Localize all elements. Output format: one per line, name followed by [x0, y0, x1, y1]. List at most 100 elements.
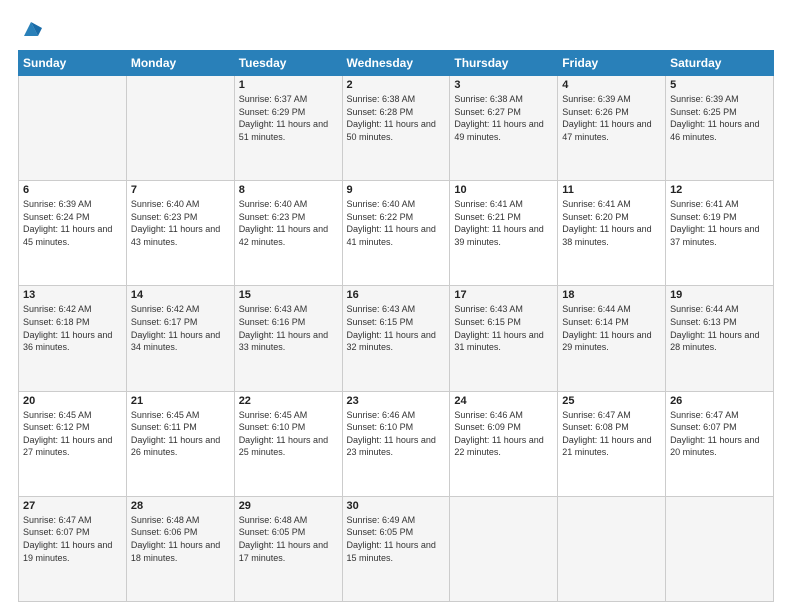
day-cell: 28 Sunrise: 6:48 AM Sunset: 6:06 PM Dayli…: [126, 496, 234, 601]
day-info: Sunrise: 6:46 AM Sunset: 6:09 PM Dayligh…: [454, 409, 553, 459]
day-cell: 23Sunrise: 6:46 AM Sunset: 6:10 PM Dayli…: [342, 391, 450, 496]
day-cell: 29Sunrise: 6:48 AM Sunset: 6:05 PM Dayli…: [234, 496, 342, 601]
day-info: Sunrise: 6:37 AM Sunset: 6:29 PM Dayligh…: [239, 93, 338, 143]
day-info: Sunrise: 6:40 AM Sunset: 6:23 PM Dayligh…: [239, 198, 338, 248]
header: [18, 18, 774, 40]
week-row-2: 6 Sunrise: 6:39 AM Sunset: 6:24 PM Daylig…: [19, 181, 774, 286]
week-row-5: 27 Sunrise: 6:47 AM Sunset: 6:07 PM Dayli…: [19, 496, 774, 601]
week-row-3: 13 Sunrise: 6:42 AM Sunset: 6:18 PM Dayli…: [19, 286, 774, 391]
col-header-friday: Friday: [558, 51, 666, 76]
day-number: 22: [239, 395, 338, 407]
day-number: 14: [131, 289, 230, 301]
day-number: 20: [23, 395, 122, 407]
day-cell: [558, 496, 666, 601]
day-cell: 5 Sunrise: 6:39 AM Sunset: 6:25 PM Daylig…: [666, 76, 774, 181]
calendar-table: SundayMondayTuesdayWednesdayThursdayFrid…: [18, 50, 774, 602]
day-info: Sunrise: 6:45 AM Sunset: 6:11 PM Dayligh…: [131, 409, 230, 459]
day-cell: 26 Sunrise: 6:47 AM Sunset: 6:07 PM Dayli…: [666, 391, 774, 496]
day-number: 10: [454, 184, 553, 196]
day-cell: 12 Sunrise: 6:41 AM Sunset: 6:19 PM Dayli…: [666, 181, 774, 286]
day-info: Sunrise: 6:47 AM Sunset: 6:07 PM Dayligh…: [670, 409, 769, 459]
day-number: 3: [454, 79, 553, 91]
day-cell: 17 Sunrise: 6:43 AM Sunset: 6:15 PM Dayli…: [450, 286, 558, 391]
day-number: 29: [239, 500, 338, 512]
day-cell: 14 Sunrise: 6:42 AM Sunset: 6:17 PM Dayli…: [126, 286, 234, 391]
day-number: 23: [347, 395, 446, 407]
day-number: 15: [239, 289, 338, 301]
day-number: 8: [239, 184, 338, 196]
day-cell: 7 Sunrise: 6:40 AM Sunset: 6:23 PM Daylig…: [126, 181, 234, 286]
day-cell: 1 Sunrise: 6:37 AM Sunset: 6:29 PM Daylig…: [234, 76, 342, 181]
day-info: Sunrise: 6:47 AM Sunset: 6:08 PM Dayligh…: [562, 409, 661, 459]
day-number: 21: [131, 395, 230, 407]
day-cell: 27 Sunrise: 6:47 AM Sunset: 6:07 PM Dayli…: [19, 496, 127, 601]
day-info: Sunrise: 6:39 AM Sunset: 6:26 PM Dayligh…: [562, 93, 661, 143]
week-row-4: 20 Sunrise: 6:45 AM Sunset: 6:12 PM Dayli…: [19, 391, 774, 496]
day-info: Sunrise: 6:41 AM Sunset: 6:20 PM Dayligh…: [562, 198, 661, 248]
day-number: 16: [347, 289, 446, 301]
day-number: 12: [670, 184, 769, 196]
day-cell: 6 Sunrise: 6:39 AM Sunset: 6:24 PM Daylig…: [19, 181, 127, 286]
day-cell: 20 Sunrise: 6:45 AM Sunset: 6:12 PM Dayli…: [19, 391, 127, 496]
day-cell: 25 Sunrise: 6:47 AM Sunset: 6:08 PM Dayli…: [558, 391, 666, 496]
day-cell: 4 Sunrise: 6:39 AM Sunset: 6:26 PM Daylig…: [558, 76, 666, 181]
day-info: Sunrise: 6:40 AM Sunset: 6:22 PM Dayligh…: [347, 198, 446, 248]
col-header-tuesday: Tuesday: [234, 51, 342, 76]
day-info: Sunrise: 6:39 AM Sunset: 6:24 PM Dayligh…: [23, 198, 122, 248]
day-number: 28: [131, 500, 230, 512]
day-cell: 8 Sunrise: 6:40 AM Sunset: 6:23 PM Daylig…: [234, 181, 342, 286]
col-header-saturday: Saturday: [666, 51, 774, 76]
day-info: Sunrise: 6:41 AM Sunset: 6:19 PM Dayligh…: [670, 198, 769, 248]
day-cell: 21 Sunrise: 6:45 AM Sunset: 6:11 PM Dayli…: [126, 391, 234, 496]
day-cell: 30Sunrise: 6:49 AM Sunset: 6:05 PM Dayli…: [342, 496, 450, 601]
day-info: Sunrise: 6:45 AM Sunset: 6:12 PM Dayligh…: [23, 409, 122, 459]
day-cell: [450, 496, 558, 601]
day-cell: 18Sunrise: 6:44 AM Sunset: 6:14 PM Dayli…: [558, 286, 666, 391]
day-number: 19: [670, 289, 769, 301]
day-info: Sunrise: 6:38 AM Sunset: 6:27 PM Dayligh…: [454, 93, 553, 143]
day-info: Sunrise: 6:42 AM Sunset: 6:17 PM Dayligh…: [131, 303, 230, 353]
day-info: Sunrise: 6:45 AM Sunset: 6:10 PM Dayligh…: [239, 409, 338, 459]
day-number: 11: [562, 184, 661, 196]
day-info: Sunrise: 6:44 AM Sunset: 6:13 PM Dayligh…: [670, 303, 769, 353]
day-cell: 15 Sunrise: 6:43 AM Sunset: 6:16 PM Dayli…: [234, 286, 342, 391]
day-number: 1: [239, 79, 338, 91]
page: SundayMondayTuesdayWednesdayThursdayFrid…: [0, 0, 792, 612]
day-info: Sunrise: 6:43 AM Sunset: 6:16 PM Dayligh…: [239, 303, 338, 353]
day-cell: 13 Sunrise: 6:42 AM Sunset: 6:18 PM Dayli…: [19, 286, 127, 391]
day-number: 17: [454, 289, 553, 301]
day-cell: 24 Sunrise: 6:46 AM Sunset: 6:09 PM Dayli…: [450, 391, 558, 496]
day-number: 27: [23, 500, 122, 512]
day-number: 24: [454, 395, 553, 407]
day-number: 2: [347, 79, 446, 91]
day-info: Sunrise: 6:39 AM Sunset: 6:25 PM Dayligh…: [670, 93, 769, 143]
day-info: Sunrise: 6:42 AM Sunset: 6:18 PM Dayligh…: [23, 303, 122, 353]
day-info: Sunrise: 6:48 AM Sunset: 6:06 PM Dayligh…: [131, 514, 230, 564]
day-cell: 3 Sunrise: 6:38 AM Sunset: 6:27 PM Daylig…: [450, 76, 558, 181]
day-number: 25: [562, 395, 661, 407]
col-header-sunday: Sunday: [19, 51, 127, 76]
day-number: 7: [131, 184, 230, 196]
day-cell: 10 Sunrise: 6:41 AM Sunset: 6:21 PM Dayli…: [450, 181, 558, 286]
day-cell: 11 Sunrise: 6:41 AM Sunset: 6:20 PM Dayli…: [558, 181, 666, 286]
col-header-thursday: Thursday: [450, 51, 558, 76]
day-info: Sunrise: 6:47 AM Sunset: 6:07 PM Dayligh…: [23, 514, 122, 564]
day-number: 9: [347, 184, 446, 196]
day-number: 5: [670, 79, 769, 91]
day-cell: 2Sunrise: 6:38 AM Sunset: 6:28 PM Daylig…: [342, 76, 450, 181]
day-cell: 22 Sunrise: 6:45 AM Sunset: 6:10 PM Dayli…: [234, 391, 342, 496]
day-info: Sunrise: 6:41 AM Sunset: 6:21 PM Dayligh…: [454, 198, 553, 248]
day-cell: [19, 76, 127, 181]
day-info: Sunrise: 6:40 AM Sunset: 6:23 PM Dayligh…: [131, 198, 230, 248]
logo: [18, 18, 42, 40]
day-number: 4: [562, 79, 661, 91]
day-info: Sunrise: 6:49 AM Sunset: 6:05 PM Dayligh…: [347, 514, 446, 564]
day-number: 6: [23, 184, 122, 196]
day-cell: 9 Sunrise: 6:40 AM Sunset: 6:22 PM Daylig…: [342, 181, 450, 286]
day-number: 26: [670, 395, 769, 407]
day-cell: [126, 76, 234, 181]
col-header-monday: Monday: [126, 51, 234, 76]
day-number: 13: [23, 289, 122, 301]
day-info: Sunrise: 6:43 AM Sunset: 6:15 PM Dayligh…: [347, 303, 446, 353]
day-info: Sunrise: 6:43 AM Sunset: 6:15 PM Dayligh…: [454, 303, 553, 353]
